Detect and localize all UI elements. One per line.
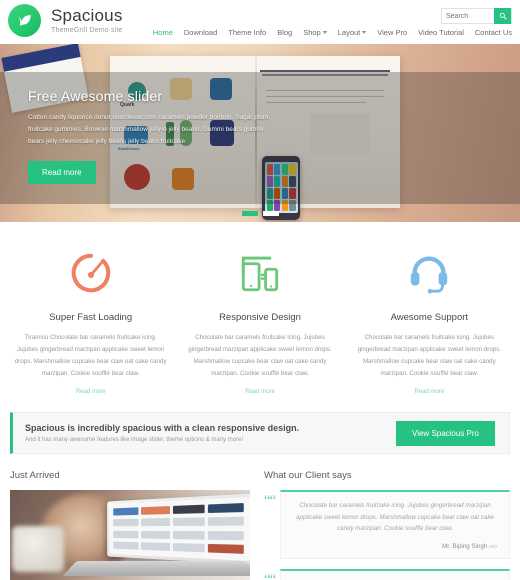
slider-dot-2[interactable] (262, 211, 279, 216)
laptop-screen-body (107, 493, 250, 565)
feature-text: Chocolate bar caramels fruitcake icing. … (188, 334, 332, 378)
nav-item-label: Shop (303, 28, 321, 37)
features-section: Super Fast Loading Tiramisu Chocolate bar… (0, 222, 520, 413)
quote-icon: ““ (264, 493, 276, 510)
nav-item-download[interactable]: Download (184, 28, 217, 37)
nav-item-label: Layout (337, 28, 361, 37)
leaf-logo-icon (8, 4, 41, 37)
testimonials-title: What our Client says (264, 470, 352, 482)
site-title: Spacious (51, 6, 123, 25)
cta-headline: Spacious is incredibly spacious with a c… (25, 423, 300, 434)
feature-read-more-link[interactable]: Read more (414, 389, 444, 395)
feature-read-more-link[interactable]: Read more (76, 389, 106, 395)
search-input[interactable] (442, 9, 494, 23)
testimonial-box: Chocolate bar caramels fruitcake icing. … (280, 490, 510, 559)
site-description: ThemeGrill Demo site (51, 27, 123, 34)
view-spacious-pro-button[interactable]: View Spacious Pro (396, 420, 495, 446)
testimonial-item: ““ Chocolate bar caramels fruitcake icing… (264, 568, 510, 580)
site-header: Spacious ThemeGrill Demo site Home Downlo… (0, 0, 520, 44)
feature-text: Chocolate bar caramels fruitcake icing. … (357, 334, 502, 378)
nav-item-label: Blog (277, 28, 293, 37)
testimonial-author-name: Mr. Biping Singh (442, 542, 488, 550)
testimonial-author-role: ceo (488, 543, 497, 550)
nav-item-blog[interactable]: Blog (277, 28, 292, 37)
brand[interactable]: Spacious ThemeGrill Demo site (0, 0, 123, 37)
nav-item-label: Download (183, 28, 218, 37)
cta-subtext: And it has many awesome features like im… (25, 437, 244, 444)
slider-dot-1[interactable] (241, 211, 258, 216)
cta-section: Spacious is incredibly spacious with a c… (0, 412, 520, 455)
feature-title: Awesome Support (390, 312, 469, 323)
nav-item-view-pro[interactable]: View Pro (377, 28, 407, 37)
feature-card-1: Super Fast Loading Tiramisu Chocolate bar… (6, 244, 175, 398)
nav-item-shop[interactable]: Shop (303, 28, 327, 37)
bottom-section: Just Arrived What our Client says ““ Cho… (0, 454, 520, 580)
slide-content: Free Awesome slider Cotton candy liquori… (28, 88, 274, 185)
search-icon (499, 12, 506, 20)
nav-item-label: Home (152, 28, 173, 37)
nav-item-label: Video Tutorial (418, 28, 464, 37)
feature-read-more-link[interactable]: Read more (245, 389, 275, 395)
feature-title: Responsive Design (219, 312, 301, 323)
just-arrived-title: Just Arrived (10, 470, 60, 482)
nav-item-theme-info[interactable]: Theme Info (228, 28, 266, 37)
search-button[interactable] (494, 8, 511, 24)
slider-pagination (0, 211, 520, 216)
testimonial-text: Chocolate bar caramels fruitcake icing. … (296, 502, 494, 533)
responsive-devices-icon (183, 244, 336, 302)
nav-item-video-tutorial[interactable]: Video Tutorial (418, 28, 464, 37)
chevron-down-icon (322, 31, 327, 34)
testimonial-author: Mr. Biping Singh ceo (291, 543, 499, 550)
coffee-cup (12, 526, 64, 573)
slide-read-more-button[interactable]: Read more (28, 161, 96, 185)
slide-description: Cotton candy liquorice donut unerdwear.c… (28, 114, 269, 146)
hero-slider: Quark EastEdison Free Awesome slider Cot… (0, 44, 520, 222)
main-navigation: Home Download Theme Info Blog Shop Layout View… (153, 28, 512, 37)
cta-banner: Spacious is incredibly spacious with a c… (10, 412, 510, 455)
testimonials-column: What our Client says ““ Chocolate bar car… (264, 470, 510, 580)
testimonial-box: Chocolate bar caramels fruitcake icing. … (280, 568, 510, 580)
nav-item-label: View Pro (377, 28, 408, 37)
laptop-keyboard (62, 561, 250, 577)
feature-text: Tiramisu Chocolate bar caramels fruitcak… (14, 334, 167, 378)
testimonial-item: ““ Chocolate bar caramels fruitcake icing… (264, 490, 510, 559)
page-root: Spacious ThemeGrill Demo site Home Downlo… (0, 0, 520, 580)
nav-item-contact-us[interactable]: Contact Us (475, 28, 512, 37)
search-box[interactable] (441, 8, 512, 24)
headset-support-icon (353, 244, 506, 302)
chevron-down-icon (362, 31, 367, 34)
feature-card-2: Responsive Design Chocolate bar caramels … (175, 244, 344, 398)
testimonials-list: ““ Chocolate bar caramels fruitcake icing… (264, 490, 510, 580)
slide-title: Free Awesome slider (28, 88, 163, 104)
feature-card-3: Awesome Support Chocolate bar caramels fr… (345, 244, 514, 398)
speedometer-icon (14, 244, 167, 302)
feature-title: Super Fast Loading (49, 312, 133, 323)
nav-item-home[interactable]: Home (153, 28, 173, 37)
just-arrived-column: Just Arrived (10, 470, 250, 580)
quote-icon: ““ (264, 571, 276, 580)
nav-item-label: Contact Us (474, 28, 512, 37)
nav-item-label: Theme Info (228, 28, 267, 37)
just-arrived-image[interactable] (10, 490, 250, 580)
nav-item-layout[interactable]: Layout (338, 28, 367, 37)
